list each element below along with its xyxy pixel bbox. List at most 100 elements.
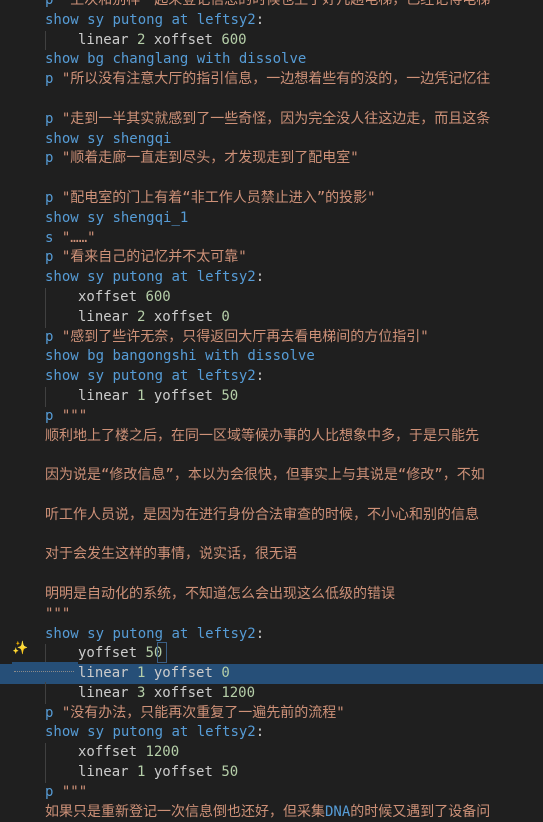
selection-dotted-indicator	[14, 671, 74, 672]
code-line[interactable]: linear 2 xoffset 0	[0, 307, 543, 328]
code-token: "顺着走廊一直走到尽头，才发现走到了配电室"	[61, 150, 359, 167]
code-token: 1200	[221, 684, 256, 701]
code-token: s	[45, 229, 62, 246]
bracket-highlight	[157, 642, 167, 663]
code-line[interactable]: 听工作人员说，是因为在进行身份合法审查的时候，不小心和别的信息	[0, 506, 543, 526]
code-token: p	[45, 407, 62, 424]
code-token: yoffset	[78, 645, 146, 662]
code-line[interactable]: s "……"	[0, 229, 543, 249]
code-token: yoffset	[145, 764, 222, 781]
code-line[interactable]: 如果只是重新登记一次信息倒也还好，但采集DNA的时候又遇到了设备问	[0, 803, 543, 822]
code-token: show	[45, 11, 79, 28]
code-token: sy	[78, 130, 113, 147]
code-token: putong	[112, 625, 164, 642]
code-line[interactable]: linear 1 yoffset 50	[0, 386, 543, 407]
code-line[interactable]: 明明是自动化的系统，不知道怎么会出现这么低级的错误	[0, 585, 543, 605]
code-token: 50	[221, 387, 239, 404]
code-token: p	[45, 704, 62, 721]
code-line[interactable]: p "配电室的门上有着“非工作人员禁止进入”的投影"	[0, 189, 543, 209]
code-token: show	[45, 348, 79, 365]
code-token: 1200	[145, 744, 180, 761]
code-line[interactable]	[0, 565, 543, 585]
code-line[interactable]: p "上次和别样一起来登记信息的时候也上了好几趟电梯，已经记得电梯	[0, 0, 543, 11]
code-line[interactable]: xoffset 600	[0, 287, 543, 308]
code-token: linear	[78, 764, 129, 781]
code-line[interactable]: linear 1 yoffset 50	[0, 763, 543, 783]
code-token: xoffset	[145, 308, 222, 325]
code-line[interactable]: show bg changlang with dissolve	[0, 50, 543, 70]
code-token: sy	[78, 269, 113, 286]
code-line[interactable]: xoffset 1200	[0, 743, 543, 764]
code-line[interactable]: p "感到了些许无奈，只得返回大厅再去看电梯间的方位指引"	[0, 328, 543, 348]
code-line[interactable]: show sy putong at leftsy2:	[0, 723, 543, 743]
code-line[interactable]: p """	[0, 783, 543, 803]
code-line[interactable]: show sy putong at leftsy2:	[0, 625, 543, 645]
code-token: p	[45, 783, 62, 800]
indent-guide	[45, 386, 46, 407]
code-line[interactable]: p "所以没有注意大厅的指引信息，一边想着些有的没的，一边凭记忆往	[0, 70, 543, 90]
code-token: """	[45, 605, 71, 622]
code-token: "看来自己的记忆并不太可靠"	[61, 249, 247, 266]
code-token: sy	[78, 368, 113, 385]
code-line[interactable]: show sy putong at leftsy2:	[0, 268, 543, 288]
lightbulb-sparkle-icon[interactable]: ✨	[12, 640, 30, 658]
code-token: putong	[112, 368, 164, 385]
code-line[interactable]	[0, 446, 543, 466]
code-line[interactable]: 顺利地上了楼之后，在同一区域等候办事的人比想象中多，于是只能先	[0, 427, 543, 447]
code-line[interactable]: linear 2 xoffset 600	[0, 30, 543, 51]
code-line[interactable]: yoffset 50	[0, 644, 543, 665]
code-line[interactable]: show bg bangongshi with dissolve	[0, 347, 543, 367]
code-token: xoffset	[145, 684, 222, 701]
code-token: """	[61, 783, 88, 800]
code-token: sy	[78, 724, 113, 741]
code-token: DNA	[325, 803, 351, 820]
code-token: p	[45, 328, 62, 345]
code-token: changlang	[112, 51, 189, 68]
code-line[interactable]	[0, 486, 543, 506]
code-token: 因为说是“修改信息”，本以为会很快，但事实上与其说是“修改”，不如	[45, 467, 485, 484]
code-token: :	[255, 625, 265, 642]
code-token: :	[255, 724, 265, 741]
code-line[interactable]: 对于会发生这样的事情，说实话，很无语	[0, 545, 543, 565]
code-token: linear	[78, 684, 129, 701]
code-token: leftsy2	[196, 724, 256, 741]
code-token: show	[45, 269, 79, 286]
code-token: putong	[112, 724, 164, 741]
code-token: at	[163, 368, 197, 385]
code-editor[interactable]: p "上次和别样一起来登记信息的时候也上了好几趟电梯，已经记得电梯 show sy…	[0, 0, 543, 822]
code-token: putong	[112, 11, 164, 28]
code-token: at	[163, 625, 197, 642]
code-token: show	[45, 625, 79, 642]
code-token: dissolve	[247, 348, 315, 365]
code-line[interactable]: p "看来自己的记忆并不太可靠"	[0, 248, 543, 268]
code-line[interactable]: p """	[0, 407, 543, 427]
code-line[interactable]	[0, 169, 543, 189]
code-token: "感到了些许无奈，只得返回大厅再去看电梯间的方位指引"	[61, 328, 429, 345]
selection-gutter-highlight	[12, 662, 78, 682]
code-token: 如果只是重新登记一次信息倒也还好，但采集	[45, 803, 325, 820]
code-token: 50	[221, 764, 239, 781]
code-line[interactable]: p "走到一半其实就感到了一些奇怪，因为完全没人往这边走，而且这条	[0, 110, 543, 130]
code-token: "上次和别样一起来登记信息的时候也上了好几趟电梯，已经记得电梯	[61, 0, 491, 8]
code-line[interactable]: show sy putong at leftsy2:	[0, 367, 543, 387]
code-token: 600	[221, 31, 247, 48]
code-line[interactable]: show sy putong at leftsy2:	[0, 11, 543, 31]
code-line[interactable]	[0, 90, 543, 110]
indent-guide	[45, 763, 46, 783]
code-line[interactable]: show sy shengqi	[0, 130, 543, 150]
code-token: 600	[145, 288, 171, 305]
code-token: "……"	[61, 229, 96, 246]
code-line[interactable]: show sy shengqi_1	[0, 209, 543, 229]
code-line[interactable]: linear 1 yoffset 0	[0, 664, 543, 684]
code-line[interactable]: p "顺着走廊一直走到尽头，才发现走到了配电室"	[0, 149, 543, 169]
code-line[interactable]: linear 3 xoffset 1200	[0, 683, 543, 704]
code-line[interactable]	[0, 526, 543, 546]
code-line[interactable]: 因为说是“修改信息”，本以为会很快，但事实上与其说是“修改”，不如	[0, 466, 543, 486]
code-token: "走到一半其实就感到了一些奇怪，因为完全没人往这边走，而且这条	[61, 110, 491, 127]
code-token: at	[163, 11, 197, 28]
code-line[interactable]: p "没有办法，只能再次重复了一遍先前的流程"	[0, 704, 543, 724]
code-line[interactable]: """	[0, 605, 543, 625]
